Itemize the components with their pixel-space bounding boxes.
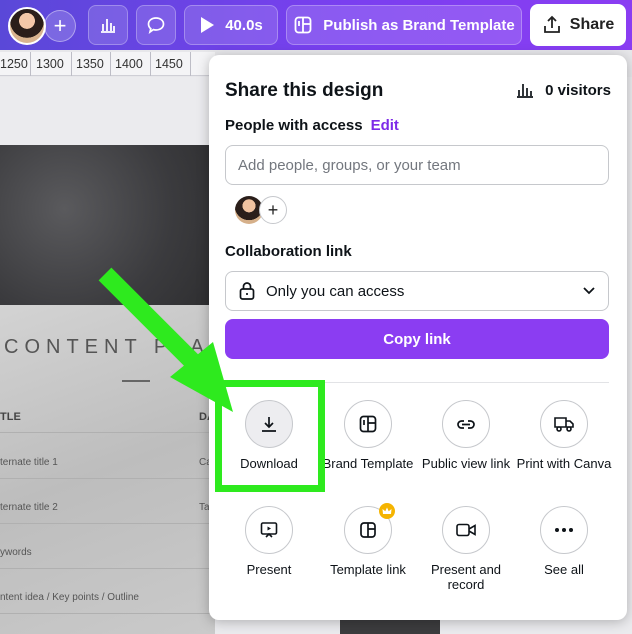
comment-button[interactable] — [136, 5, 176, 45]
ruler-tick: 1400 — [115, 57, 143, 71]
collaboration-link-label: Collaboration link — [225, 243, 352, 260]
link-icon — [442, 400, 490, 448]
horizontal-ruler: 1250 1300 1350 1400 1450 — [0, 52, 215, 76]
more-dots-icon — [540, 506, 588, 554]
annotation-arrow-icon — [98, 267, 233, 412]
top-toolbar: + 40.0s Publish as Brand Template Share — [0, 0, 632, 50]
option-label: Print with Canva — [516, 456, 612, 471]
ruler-tick: 1250 — [0, 57, 28, 71]
bar-chart-icon — [101, 19, 115, 33]
brand-template-icon — [344, 400, 392, 448]
option-label: Template link — [330, 562, 406, 577]
people-access-label: People with access Edit — [225, 117, 399, 134]
share-button[interactable]: Share — [530, 4, 626, 46]
user-avatar[interactable] — [8, 7, 46, 45]
insights-button[interactable] — [88, 5, 128, 45]
see-all-option[interactable]: See all — [514, 506, 614, 577]
design-row-text[interactable]: Ta — [199, 502, 210, 513]
design-row-text[interactable]: ywords — [0, 547, 32, 558]
present-icon — [245, 506, 293, 554]
chevron-down-icon — [583, 287, 595, 295]
visitors-button[interactable]: 0 visitors — [515, 81, 611, 99]
option-label: Present and record — [430, 562, 502, 592]
template-link-icon — [344, 503, 395, 554]
design-row-text[interactable]: ternate title 2 — [0, 502, 58, 513]
link-access-dropdown[interactable]: Only you can access — [225, 271, 609, 311]
share-panel-title: Share this design — [225, 80, 384, 101]
present-option[interactable]: Present — [219, 506, 319, 577]
publish-label: Publish as Brand Template — [323, 16, 515, 34]
comment-icon — [147, 17, 165, 35]
design-row-text[interactable]: ntent idea / Key points / Outline — [0, 592, 139, 603]
add-people-input[interactable] — [225, 145, 609, 185]
ruler-tick: 1300 — [36, 57, 64, 71]
option-label: Public view link — [421, 456, 511, 471]
option-label: See all — [544, 562, 584, 577]
visitors-count: 0 visitors — [545, 81, 611, 99]
video-camera-icon — [442, 506, 490, 554]
plus-icon: + — [267, 199, 279, 220]
edit-access-link[interactable]: Edit — [371, 117, 399, 134]
play-icon — [201, 17, 215, 33]
add-person-button[interactable]: + — [259, 196, 287, 224]
public-view-link-option[interactable]: Public view link — [416, 400, 516, 471]
share-label: Share — [569, 16, 615, 33]
print-with-canva-option[interactable]: Print with Canva — [514, 400, 614, 471]
brand-template-option[interactable]: Brand Template — [318, 400, 418, 471]
option-label: Present — [246, 562, 292, 577]
publish-brand-template-button[interactable]: Publish as Brand Template — [286, 5, 522, 45]
timer-label: 40.0s — [225, 16, 263, 34]
template-icon — [294, 16, 312, 34]
plus-icon: + — [53, 13, 67, 38]
add-collaborator-button[interactable]: + — [44, 10, 76, 42]
copy-link-button[interactable]: Copy link — [225, 319, 609, 359]
crown-icon — [379, 503, 395, 519]
ruler-tick: 1450 — [155, 57, 183, 71]
template-link-option[interactable]: Template link — [318, 503, 418, 577]
share-panel: Share this design 0 visitors People with… — [209, 55, 627, 620]
design-column-header[interactable]: TLE — [0, 411, 21, 423]
ruler-tick: 1350 — [76, 57, 104, 71]
option-label: Brand Template — [322, 456, 414, 471]
bar-chart-icon — [517, 84, 534, 98]
people-access-text: People with access — [225, 117, 363, 134]
truck-icon — [540, 400, 588, 448]
share-upload-icon — [543, 15, 560, 33]
present-timer-button[interactable]: 40.0s — [184, 5, 278, 45]
present-and-record-option[interactable]: Present and record — [416, 506, 516, 592]
design-row-text[interactable]: ternate title 1 — [0, 457, 58, 468]
access-value: Only you can access — [266, 282, 405, 300]
